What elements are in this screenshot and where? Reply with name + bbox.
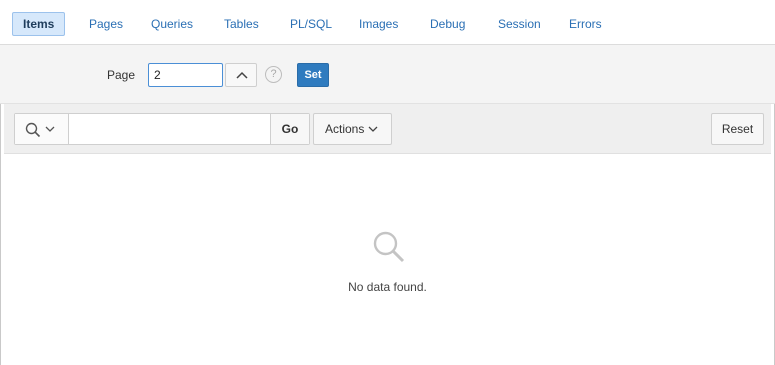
go-button[interactable]: Go: [270, 114, 309, 144]
search-input[interactable]: [70, 114, 270, 144]
chevron-up-icon: [236, 71, 248, 79]
reset-button[interactable]: Reset: [711, 113, 764, 145]
tab-tables[interactable]: Tables: [213, 12, 270, 36]
search-icon: [373, 231, 405, 263]
tab-images[interactable]: Images: [348, 12, 409, 36]
page-number-input[interactable]: [148, 63, 223, 87]
tab-bar: Items Pages Queries Tables PL/SQL Images…: [0, 0, 775, 45]
no-data-message: No data found.: [348, 280, 427, 294]
set-button[interactable]: Set: [297, 63, 329, 87]
tab-queries[interactable]: Queries: [140, 12, 204, 36]
tab-session[interactable]: Session: [487, 12, 552, 36]
page-label: Page: [107, 68, 136, 82]
actions-button[interactable]: Actions: [313, 113, 392, 145]
report-toolbar: Go Actions Reset: [4, 104, 771, 154]
tab-debug[interactable]: Debug: [419, 12, 476, 36]
tab-errors[interactable]: Errors: [558, 12, 613, 36]
question-circle-icon[interactable]: ?: [265, 66, 282, 83]
search-column-button[interactable]: [15, 114, 69, 144]
search-bar: Go: [14, 113, 310, 145]
tab-plsql[interactable]: PL/SQL: [279, 12, 343, 36]
chevron-down-icon: [45, 126, 55, 132]
page-up-button[interactable]: [225, 63, 257, 87]
search-icon: [25, 122, 41, 138]
report-body: No data found.: [4, 155, 771, 365]
actions-label: Actions: [325, 122, 365, 136]
tab-items[interactable]: Items: [12, 12, 66, 36]
tab-pages[interactable]: Pages: [78, 12, 134, 36]
page-setter-region: Page ? Set: [0, 45, 775, 104]
chevron-down-icon: [368, 126, 378, 132]
